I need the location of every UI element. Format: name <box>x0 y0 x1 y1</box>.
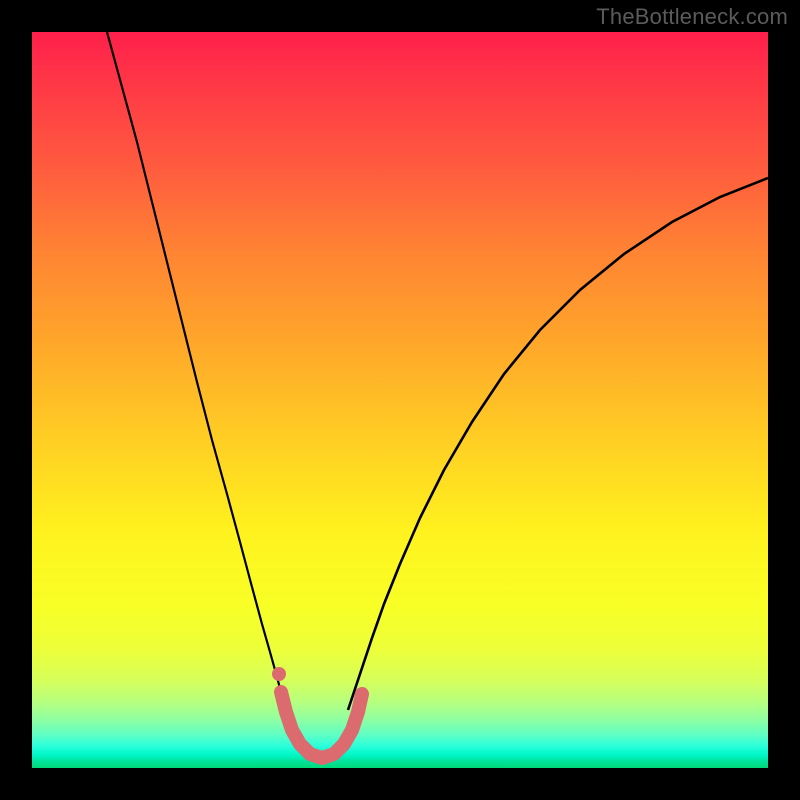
top-dot <box>272 667 286 681</box>
plot-area <box>32 32 768 768</box>
right-curve <box>348 178 768 710</box>
watermark-text: TheBottleneck.com <box>596 4 788 30</box>
left-curve <box>107 32 286 710</box>
chart-frame: TheBottleneck.com <box>0 0 800 800</box>
curve-layer <box>32 32 768 768</box>
